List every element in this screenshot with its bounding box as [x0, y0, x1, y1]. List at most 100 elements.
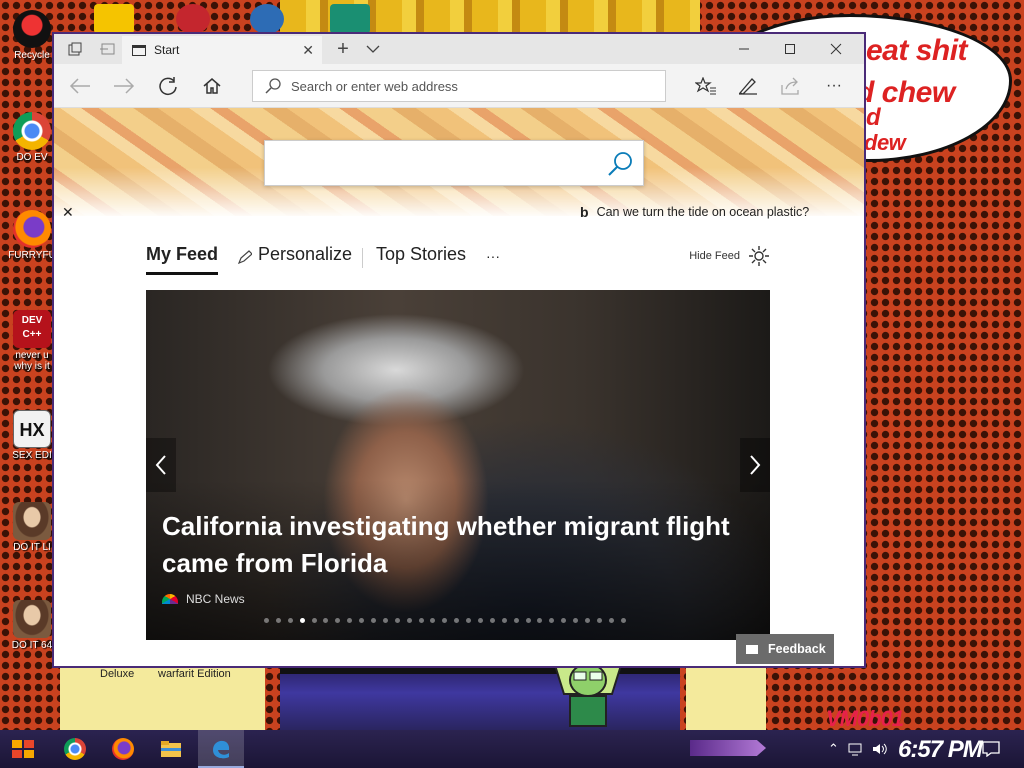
carousel-dot[interactable]: [335, 618, 341, 623]
close-icon[interactable]: ✕: [62, 204, 74, 221]
carousel-dot[interactable]: [394, 618, 400, 623]
tab-start[interactable]: Start ✕: [122, 36, 322, 64]
carousel-dot[interactable]: [287, 618, 293, 623]
carousel-dot[interactable]: [371, 618, 377, 623]
carousel-dot[interactable]: [299, 618, 305, 623]
carousel-dot[interactable]: [525, 618, 531, 623]
carousel-dot[interactable]: [406, 618, 412, 623]
chevron-up-icon[interactable]: ⌃: [828, 741, 839, 757]
tab-list-button[interactable]: [356, 34, 390, 64]
carousel-dot[interactable]: [537, 618, 543, 623]
carousel-dot[interactable]: [596, 618, 602, 623]
taskbar-clock[interactable]: 6:57 PM: [898, 736, 983, 764]
desktop-icon-devcpp[interactable]: DEV C++ never u why is it: [6, 310, 58, 372]
taskbar-chrome[interactable]: [52, 730, 98, 768]
feedback-icon: [746, 644, 758, 654]
carousel-dot[interactable]: [275, 618, 281, 623]
maximize-button[interactable]: [770, 34, 810, 64]
carousel-next-button[interactable]: [740, 438, 770, 492]
refresh-icon: [159, 77, 177, 96]
close-window-button[interactable]: [816, 34, 856, 64]
more-options-button[interactable]: ···: [818, 71, 850, 101]
desktop-icon-portrait[interactable]: DO IT LI: [6, 502, 58, 553]
taskbar-file-explorer[interactable]: [148, 730, 194, 768]
start-button[interactable]: [0, 730, 46, 768]
carousel-dot[interactable]: [454, 618, 460, 623]
volume-icon[interactable]: [872, 742, 888, 756]
desktop-icon-label: FURRYFU: [8, 250, 56, 261]
chevron-right-icon: [750, 455, 761, 475]
favorites-button[interactable]: [690, 71, 722, 101]
desktop-app-icon[interactable]: [250, 4, 284, 34]
carousel-dot[interactable]: [585, 618, 591, 623]
divider: [362, 248, 363, 268]
taskbar-firefox[interactable]: [100, 730, 146, 768]
carousel-dot[interactable]: [608, 618, 614, 623]
feed-navigation: My Feed Personalize Top Stories ··· Hide…: [146, 240, 770, 276]
feed-more-button[interactable]: ···: [486, 248, 500, 264]
desktop-app-icon[interactable]: [176, 4, 210, 34]
recycle-bin-icon: [13, 10, 51, 48]
minimize-button[interactable]: [724, 34, 764, 64]
carousel-dot[interactable]: [501, 618, 507, 623]
carousel-dot[interactable]: [466, 618, 472, 623]
forward-button[interactable]: [108, 71, 140, 101]
carousel-dot[interactable]: [430, 618, 436, 623]
hide-feed-button[interactable]: Hide Feed: [689, 250, 740, 262]
notes-button[interactable]: [732, 71, 764, 101]
tab-title: Start: [154, 43, 180, 57]
set-aside-tabs-button[interactable]: [90, 34, 124, 64]
carousel-dot[interactable]: [442, 618, 448, 623]
chevron-left-icon: [155, 455, 166, 475]
carousel-dot[interactable]: [382, 618, 388, 623]
carousel-dot[interactable]: [489, 618, 495, 623]
tab-preview-icon: [68, 42, 82, 56]
tab-my-feed[interactable]: My Feed: [146, 244, 218, 265]
desktop-app-icon[interactable]: [94, 4, 134, 34]
carousel-dot[interactable]: [478, 618, 484, 623]
tab-top-stories[interactable]: Top Stories: [376, 244, 466, 265]
desktop-icon-chrome[interactable]: DO EV: [6, 112, 58, 163]
carousel-dot[interactable]: [573, 618, 579, 623]
carousel-dot[interactable]: [359, 618, 365, 623]
tab-personalize[interactable]: Personalize: [258, 244, 352, 265]
carousel-dot[interactable]: [323, 618, 329, 623]
feedback-button[interactable]: Feedback: [736, 634, 834, 664]
carousel-dot[interactable]: [347, 618, 353, 623]
desktop-icon-recycle-bin[interactable]: Recycle: [6, 10, 58, 61]
carousel-dot[interactable]: [264, 618, 269, 623]
search-icon[interactable]: [607, 151, 633, 177]
carousel-dot[interactable]: [418, 618, 424, 623]
carousel-prev-button[interactable]: [146, 438, 176, 492]
taskbar-edge[interactable]: [198, 730, 244, 768]
news-headline[interactable]: California investigating whether migrant…: [162, 508, 762, 582]
tab-preview-button[interactable]: [58, 34, 92, 64]
bing-search-input[interactable]: [264, 140, 644, 186]
desktop-icon-firefox[interactable]: FURRYFU: [6, 210, 58, 261]
refresh-button[interactable]: [152, 71, 184, 101]
back-button[interactable]: [64, 71, 96, 101]
bubble-text: eat shit: [866, 34, 968, 67]
carousel-dot[interactable]: [513, 618, 519, 623]
carousel-dot[interactable]: [620, 618, 626, 623]
address-bar[interactable]: Search or enter web address: [252, 70, 666, 102]
nbc-peacock-icon: [162, 594, 178, 604]
carousel-dot[interactable]: [311, 618, 317, 623]
notification-center-icon[interactable]: [982, 741, 1000, 757]
share-button[interactable]: [774, 71, 806, 101]
desktop-icon-portrait[interactable]: DO IT 64: [6, 600, 58, 651]
gear-icon[interactable]: [748, 245, 770, 267]
carousel-dot[interactable]: [549, 618, 555, 623]
desktop-icon-label: DO IT 64: [11, 640, 53, 651]
news-carousel[interactable]: California investigating whether migrant…: [146, 290, 770, 640]
desktop-app-icon[interactable]: [330, 4, 370, 34]
carousel-dot[interactable]: [561, 618, 567, 623]
tab-close-icon[interactable]: ✕: [302, 42, 314, 59]
bing-image-caption[interactable]: b Can we turn the tide on ocean plastic?: [580, 204, 809, 220]
new-tab-button[interactable]: +: [326, 34, 360, 64]
watermark: VM0b01: [826, 706, 904, 731]
network-icon[interactable]: [848, 742, 864, 756]
home-icon: [203, 78, 221, 94]
home-button[interactable]: [196, 71, 228, 101]
desktop-icon-hex-editor[interactable]: HX SEX EDI: [6, 410, 58, 461]
